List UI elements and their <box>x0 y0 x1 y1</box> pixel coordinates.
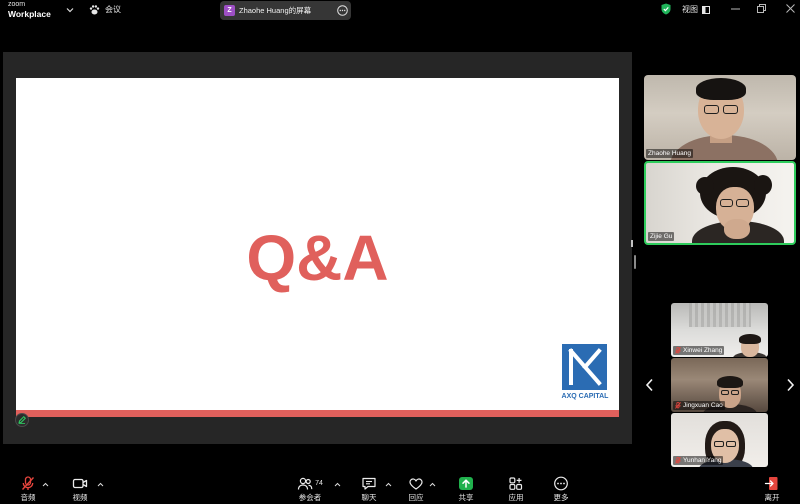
person-hair <box>696 177 714 195</box>
panel-resize-handle[interactable] <box>634 255 636 269</box>
chat-options-caret-icon[interactable] <box>385 482 392 487</box>
view-button[interactable]: 视图 <box>682 4 712 16</box>
microphone-muted-icon <box>675 402 681 409</box>
brand-zoom-text: zoom <box>8 1 26 8</box>
chevron-down-icon[interactable] <box>66 7 74 13</box>
chevron-left-icon[interactable] <box>645 378 654 392</box>
participant-name-label: Zhaohe Huang <box>646 149 694 158</box>
person-glasses <box>726 441 736 447</box>
audio-button[interactable]: 音频 <box>8 476 48 503</box>
more-label: 更多 <box>553 493 569 502</box>
participant-name: Zhaohe Huang <box>648 150 692 157</box>
person-glasses <box>704 105 719 114</box>
person-hair <box>739 334 761 344</box>
participants-icon <box>297 477 313 490</box>
participant-name-label: Zijie Gu <box>648 232 675 241</box>
audio-options-caret-icon[interactable] <box>42 482 49 487</box>
app-brand[interactable]: zoom Workplace <box>8 1 60 20</box>
person-glasses <box>723 105 738 114</box>
annotate-button[interactable] <box>15 413 29 427</box>
video-tile[interactable]: Yunhan Yang <box>671 413 768 467</box>
video-button[interactable]: 视频 <box>60 476 100 503</box>
participants-label: 参会者 <box>298 493 322 502</box>
panel-edge-marker <box>631 240 633 247</box>
leave-button[interactable]: 离开 <box>752 476 792 503</box>
slide-footer-bar <box>16 410 619 417</box>
participant-name: Xinwei Zhang <box>683 347 723 354</box>
reactions-label: 回应 <box>408 493 424 502</box>
chat-button[interactable]: 聊天 <box>349 476 389 503</box>
participant-name-label: Yunhan Yang <box>673 456 724 465</box>
participant-name-label: Jingxuan Cao <box>673 401 725 410</box>
apps-button[interactable]: 应用 <box>496 476 536 503</box>
axq-logo-text: AXQ CAPITAL <box>561 393 609 400</box>
minimize-icon[interactable] <box>731 8 740 10</box>
share-label: 共享 <box>458 493 474 502</box>
person-hair <box>717 376 743 388</box>
person-glasses <box>720 199 733 207</box>
microphone-muted-icon <box>21 476 35 490</box>
reactions-button[interactable]: 回应 <box>396 476 436 503</box>
shared-slide[interactable]: Q&A AXQ CAPITAL <box>16 78 619 417</box>
chevron-right-icon[interactable] <box>786 378 795 392</box>
video-tile-active-speaker[interactable]: Zijie Gu <box>644 161 796 245</box>
participant-name-label: Xinwei Zhang <box>673 346 725 355</box>
reactions-options-caret-icon[interactable] <box>429 482 436 487</box>
screen-share-tab[interactable]: Z Zhaohe Huang的屏幕 <box>220 1 351 20</box>
person-glasses <box>721 390 729 395</box>
participant-name: Yunhan Yang <box>683 457 722 464</box>
meeting-menu[interactable]: 会议 <box>89 4 123 16</box>
meeting-menu-label: 会议 <box>105 5 121 14</box>
slide-title: Q&A <box>246 222 389 294</box>
restore-icon[interactable] <box>757 4 766 13</box>
leave-icon <box>764 477 778 490</box>
leave-label: 离开 <box>764 493 780 502</box>
chat-label: 聊天 <box>361 493 377 502</box>
heart-icon <box>409 478 423 490</box>
participants-count: 74 <box>315 480 323 487</box>
presenter-avatar: Z <box>224 5 235 16</box>
microphone-muted-icon <box>675 457 681 464</box>
brand-workplace-text: Workplace <box>8 9 51 19</box>
more-icon <box>554 476 568 491</box>
apps-label: 应用 <box>508 493 524 502</box>
person-glasses <box>731 390 739 395</box>
pencil-icon <box>18 415 27 424</box>
share-screen-icon <box>459 477 473 490</box>
share-button[interactable]: 共享 <box>446 476 486 503</box>
person-hand <box>724 219 750 239</box>
person-glasses <box>736 199 749 207</box>
person-glasses <box>714 441 724 447</box>
axq-logo-mark <box>562 344 607 390</box>
video-label: 视频 <box>72 493 88 502</box>
participants-options-caret-icon[interactable] <box>334 482 341 487</box>
ellipsis-circle-icon[interactable] <box>337 5 348 16</box>
chat-icon <box>362 477 376 490</box>
participant-name: Jingxuan Cao <box>683 402 723 409</box>
microphone-muted-icon <box>675 347 681 354</box>
video-tile-featured[interactable]: Zhaohe Huang <box>644 75 796 160</box>
video-tile[interactable]: Xinwei Zhang <box>671 303 768 357</box>
participants-icon-row: 74 <box>297 476 323 491</box>
audio-label: 音频 <box>20 493 36 502</box>
participant-name: Zijie Gu <box>650 233 673 240</box>
more-button[interactable]: 更多 <box>541 476 581 503</box>
video-options-caret-icon[interactable] <box>97 482 104 487</box>
window-blinds <box>689 303 751 327</box>
participants-button[interactable]: 74 参会者 <box>288 476 332 503</box>
close-icon[interactable] <box>786 4 795 13</box>
paw-icon <box>89 5 100 15</box>
video-tile[interactable]: Jingxuan Cao <box>671 358 768 412</box>
person-hair <box>696 78 746 100</box>
apps-icon <box>509 477 523 490</box>
shield-check-icon[interactable] <box>661 3 671 15</box>
screen-share-title: Zhaohe Huang的屏幕 <box>239 6 312 15</box>
layout-icon <box>702 6 710 14</box>
video-camera-icon <box>72 478 88 489</box>
view-label: 视图 <box>682 5 698 14</box>
person-hair <box>754 175 772 195</box>
